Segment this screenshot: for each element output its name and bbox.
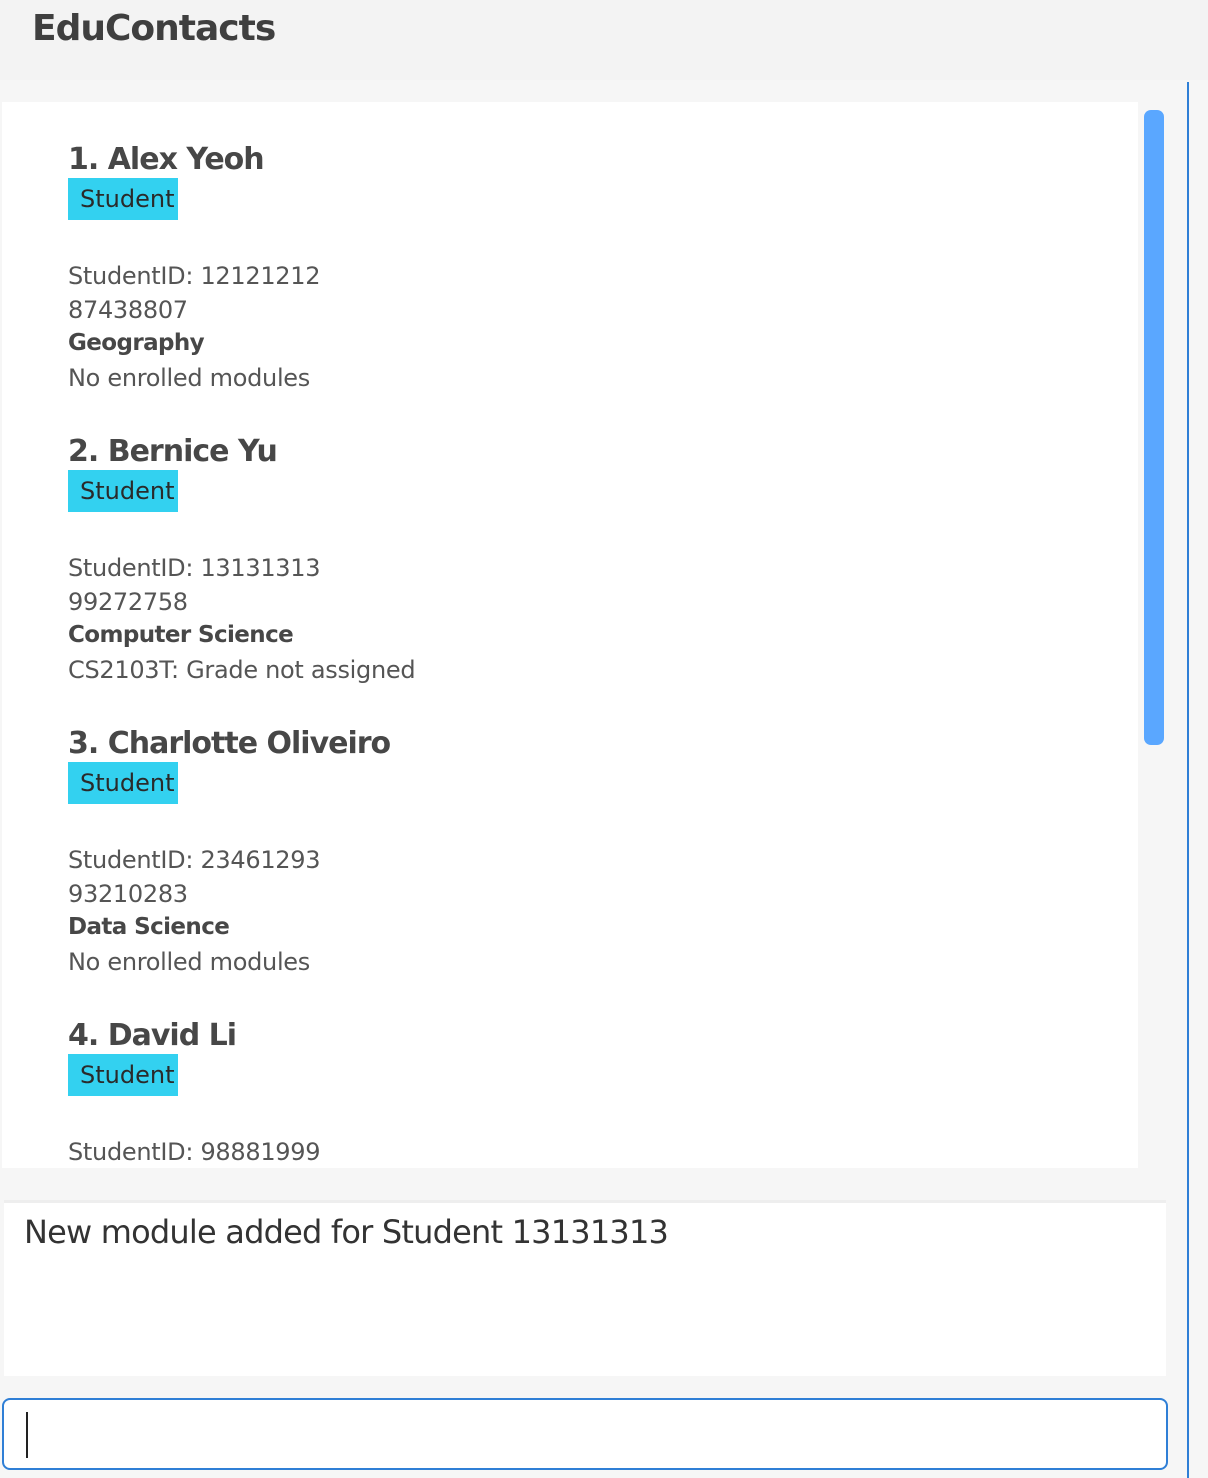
- command-box[interactable]: [2, 1398, 1168, 1470]
- app-title: EduContacts: [32, 8, 276, 49]
- person-name: 2. Bernice Yu: [68, 434, 278, 469]
- app-window: EduContacts 1. Alex Yeoh Student Student…: [0, 0, 1208, 1478]
- person-tag: Student: [68, 178, 178, 220]
- person-name: 3. Charlotte Oliveiro: [68, 726, 391, 761]
- result-message: New module added for Student 13131313: [24, 1213, 669, 1251]
- person-name: 4. David Li: [68, 1018, 237, 1053]
- person-tag: Student: [68, 470, 178, 512]
- person-phone: 93210283: [68, 880, 188, 908]
- person-tag: Student: [68, 762, 178, 804]
- person-course: Geography: [68, 330, 205, 356]
- scrollbar-thumb[interactable]: [1144, 110, 1164, 745]
- person-student-id: StudentID: 23461293: [68, 846, 321, 874]
- person-modules: CS2103T: Grade not assigned: [68, 656, 416, 684]
- person-course: Computer Science: [68, 622, 294, 648]
- person-tag: Student: [68, 1054, 178, 1096]
- person-student-id: StudentID: 12121212: [68, 262, 321, 290]
- person-name: 1. Alex Yeoh: [68, 142, 265, 177]
- person-phone: 99272758: [68, 588, 188, 616]
- result-display: New module added for Student 13131313: [4, 1200, 1166, 1376]
- command-input[interactable]: [24, 1410, 1144, 1458]
- window-border: [1187, 82, 1189, 1478]
- app-header: EduContacts: [0, 0, 1208, 80]
- person-student-id: StudentID: 98881999: [68, 1138, 321, 1166]
- person-modules: No enrolled modules: [68, 948, 310, 976]
- person-list-scrollbar[interactable]: [1142, 102, 1166, 1168]
- person-phone: 87438807: [68, 296, 188, 324]
- person-modules: No enrolled modules: [68, 364, 310, 392]
- text-caret: [26, 1412, 28, 1458]
- person-student-id: StudentID: 13131313: [68, 554, 321, 582]
- person-list[interactable]: 1. Alex Yeoh Student StudentID: 12121212…: [2, 102, 1138, 1168]
- person-course: Data Science: [68, 914, 230, 940]
